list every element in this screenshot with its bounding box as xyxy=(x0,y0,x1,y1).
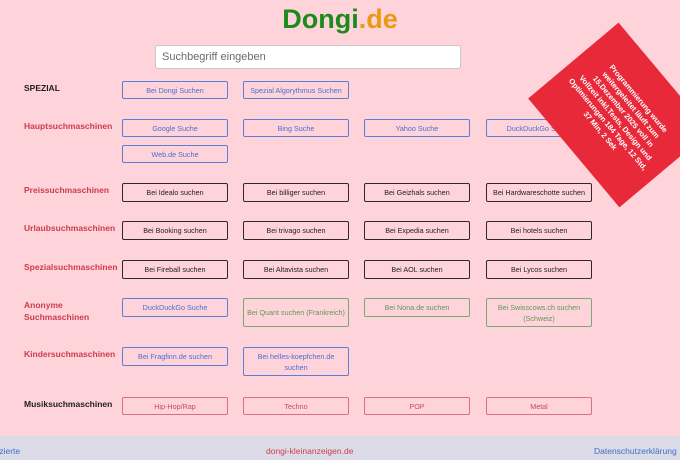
hiphop-rap-button[interactable]: Hip-Hop/Rap xyxy=(122,397,228,415)
billiger-search-button[interactable]: Bei billiger suchen xyxy=(243,183,349,202)
section-label-spezial: SPEZIAL xyxy=(24,83,60,93)
logo-text-tld: .de xyxy=(358,4,398,34)
search-input[interactable] xyxy=(155,45,461,69)
yahoo-search-button[interactable]: Yahoo Suche xyxy=(364,119,470,137)
section-label-anonyme-suchmaschinen: Anonyme Suchmaschinen xyxy=(24,299,89,323)
fireball-search-button[interactable]: Bei Fireball suchen xyxy=(122,260,228,279)
pop-button[interactable]: POP xyxy=(364,397,470,415)
site-logo[interactable]: Dongi.de xyxy=(0,4,680,35)
announcement-text: Programmierung wurde weitergeleitet läuf… xyxy=(566,62,670,173)
dongi-search-button[interactable]: Bei Dongi Suchen xyxy=(122,81,228,99)
fragfinn-search-button[interactable]: Bei Fragfinn.de suchen xyxy=(122,347,228,366)
footer-link-privacy[interactable]: Datenschutzerklärung xyxy=(594,446,677,456)
duckduckgo-anonymous-search-button[interactable]: DuckDuckGo Suche xyxy=(122,298,228,317)
techno-button[interactable]: Techno xyxy=(243,397,349,415)
section-label-line: Suchmaschinen xyxy=(24,312,90,322)
footer-link-kleinanzeigen[interactable]: dongi-kleinanzeigen.de xyxy=(266,446,353,456)
swisscows-search-button[interactable]: Bei Swisscows.ch suchen (Schweiz) xyxy=(486,298,592,327)
aol-search-button[interactable]: Bei AOL suchen xyxy=(364,260,470,279)
nona-search-button[interactable]: Bei Nona.de suchen xyxy=(364,298,470,317)
section-label-musiksuchmaschinen: Musiksuchmaschinen xyxy=(24,399,113,409)
bing-search-button[interactable]: Bing Suche xyxy=(243,119,349,137)
section-label-line: Anonyme xyxy=(24,300,63,310)
announcement-banner: Programmierung wurde weitergeleitet läuf… xyxy=(528,22,680,208)
section-label-spezialsuchmaschinen: Spezialsuchmaschinen xyxy=(24,262,118,272)
section-label-kindersuchmaschinen: Kindersuchmaschinen xyxy=(24,349,116,359)
geizhals-search-button[interactable]: Bei Geizhals suchen xyxy=(364,183,470,202)
quant-search-button[interactable]: Bei Quant suchen (Frankreich) xyxy=(243,298,349,327)
footer-link-left[interactable]: tzierte xyxy=(0,446,20,456)
google-search-button[interactable]: Google Suche xyxy=(122,119,228,137)
expedia-search-button[interactable]: Bei Expedia suchen xyxy=(364,221,470,240)
section-label-hauptsuchmaschinen: Hauptsuchmaschinen xyxy=(24,121,113,131)
trivago-search-button[interactable]: Bei trivago suchen xyxy=(243,221,349,240)
page-footer: tzierte dongi-kleinanzeigen.de Datenschu… xyxy=(0,436,680,460)
idealo-search-button[interactable]: Bei Idealo suchen xyxy=(122,183,228,202)
helles-koepfchen-search-button[interactable]: Bei helles-koepfchen.de suchen xyxy=(243,347,349,376)
hotels-search-button[interactable]: Bei hotels suchen xyxy=(486,221,592,240)
special-algorithm-search-button[interactable]: Spezial Algorythmus Suchen xyxy=(243,81,349,99)
hardwareschotte-search-button[interactable]: Bei Hardwareschotte suchen xyxy=(486,183,592,202)
section-label-urlaubsuchmaschinen: Urlaubsuchmaschinen xyxy=(24,223,116,233)
metal-button[interactable]: Metal xyxy=(486,397,592,415)
altavista-search-button[interactable]: Bei Altavista suchen xyxy=(243,260,349,279)
section-label-preissuchmaschinen: Preissuchmaschinen xyxy=(24,185,110,195)
logo-text-dongi: Dongi xyxy=(282,4,359,34)
webde-search-button[interactable]: Web.de Suche xyxy=(122,145,228,163)
booking-search-button[interactable]: Bei Booking suchen xyxy=(122,221,228,240)
lycos-search-button[interactable]: Bei Lycos suchen xyxy=(486,260,592,279)
